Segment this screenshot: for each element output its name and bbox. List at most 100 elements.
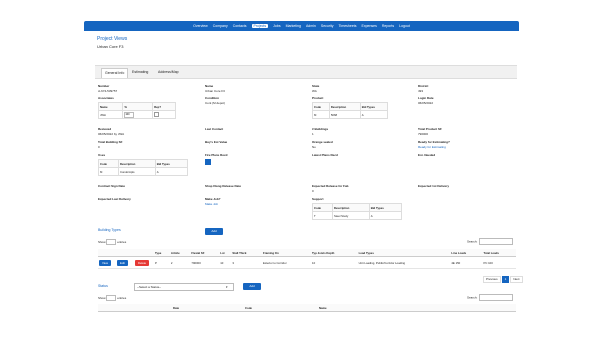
associates-table: Name % Rep? JWin xyxy=(97,102,176,119)
entries-select[interactable] xyxy=(106,239,117,245)
status-col-blank xyxy=(98,304,172,312)
ready-for-estimating-link[interactable]: Ready for Estimating xyxy=(418,145,446,149)
building-types-col-11: Line Loads xyxy=(450,249,483,257)
support-description: Steel Study xyxy=(331,211,370,220)
show-label: Show xyxy=(98,239,106,244)
product-code: M xyxy=(312,110,330,119)
product-header-description: Description xyxy=(328,102,361,111)
associates-label: Associates xyxy=(98,96,114,100)
nav-item-overview[interactable]: Overview xyxy=(193,24,208,28)
make-job-link[interactable]: Make Job xyxy=(205,202,218,206)
support-table: Code Description Bid Types T Steel Study… xyxy=(312,203,403,220)
stall-cell: 3 xyxy=(231,256,262,269)
support-row: T Steel Study A xyxy=(312,211,403,220)
pager-previous[interactable]: Previous xyxy=(483,276,501,283)
delete-button[interactable]: Delete xyxy=(135,259,150,266)
fire-plans-recd-label: Fire Plans Recd xyxy=(205,153,228,157)
building-types-title[interactable]: Building Types xyxy=(98,228,121,232)
status-entries-select[interactable] xyxy=(106,295,117,301)
nav-item-admin[interactable]: Admin xyxy=(306,24,316,28)
associates-row: JWin xyxy=(97,110,176,119)
support-header-code: Code xyxy=(312,203,333,212)
building-types-col-9: Typ Joists Depth xyxy=(311,249,358,257)
received-label: Recieved xyxy=(98,127,112,131)
login-date-value: 06/05/2022 xyxy=(418,101,434,105)
building-types-col-5: Flexial SF xyxy=(190,249,220,257)
load-types-cell: Unit Loading, Public/Corridor Loading xyxy=(357,256,451,269)
support-header-description: Description xyxy=(331,203,370,212)
top-navigation-bar: Overview Company Contacts Projects Jobs Marke… xyxy=(84,21,519,31)
status-title[interactable]: Status xyxy=(98,284,108,288)
condition-value: Cont (M depot) xyxy=(205,101,226,105)
nav-item-company[interactable]: Company xyxy=(213,24,228,28)
building-types-col-12: Total Loads xyxy=(482,249,516,257)
uses-bid-type: A xyxy=(154,167,189,176)
nav-item-projects[interactable]: Projects xyxy=(251,24,269,28)
status-col-name: Name xyxy=(318,304,516,312)
associates-header-name: Name xyxy=(97,102,124,111)
building-types-search-input[interactable] xyxy=(479,238,514,245)
condition-label: Condition xyxy=(205,96,219,100)
building-types-col-1 xyxy=(116,249,134,257)
uses-header-description: Description xyxy=(117,159,156,168)
view-button[interactable]: View xyxy=(99,259,112,266)
building-types-col-8: Framing On xyxy=(262,249,312,257)
associate-rep-checkbox[interactable] xyxy=(154,111,160,117)
product-label: Product xyxy=(312,96,324,100)
state-value: WA xyxy=(312,89,317,93)
total-building-value: 0 xyxy=(98,145,100,149)
nav-item-security[interactable]: Security xyxy=(321,24,334,28)
status-search: Search: xyxy=(467,294,514,301)
total-building-label: Total Building SF xyxy=(98,140,123,144)
building-types-col-3: Type xyxy=(154,249,170,257)
latest-plans-recd-label: Latest Plans Recd xyxy=(312,153,338,157)
uses-label: Uses xyxy=(98,153,106,157)
uses-description: Condo/Apts xyxy=(117,167,156,176)
expected-1st-delivery-label: Expected 1st Delivery xyxy=(418,184,450,188)
add-status-button[interactable]: Add xyxy=(243,283,261,290)
uses-row: M Condo/Apts A xyxy=(98,167,189,176)
uses-code: M xyxy=(98,167,119,176)
depth-cell: 10 xyxy=(311,256,358,269)
orange-sealed-value: No xyxy=(312,145,316,149)
product-description: 5068 xyxy=(328,110,361,119)
building-types-table: Type Article Flexial SF Lot Stall Thick Frami… xyxy=(98,249,516,269)
pager-page-1[interactable]: 1 xyxy=(501,276,510,283)
nav-item-marketing[interactable]: Marketing xyxy=(286,24,301,28)
nav-item-reports[interactable]: Reports xyxy=(382,24,394,28)
district-label: District xyxy=(418,84,429,88)
building-types-length: Show entries xyxy=(98,239,126,245)
nav-item-timesheets[interactable]: Timesheets xyxy=(339,24,357,28)
total-product-label: Total Product SF xyxy=(418,127,442,131)
num-buildings-value: 1 xyxy=(312,132,314,136)
name-label: Name xyxy=(205,84,214,88)
building-types-col-6: Lot xyxy=(219,249,232,257)
pager-next[interactable]: Next xyxy=(510,276,523,283)
nav-item-contacts[interactable]: Contacts xyxy=(233,24,247,28)
uses-header-code: Code xyxy=(98,159,119,168)
edit-button[interactable]: Edit xyxy=(117,259,128,266)
product-header-code: Code xyxy=(312,102,330,111)
status-select[interactable]: --Select a Status-- xyxy=(134,283,234,291)
delete-cell: Delete xyxy=(134,256,154,269)
nav-item-expenses[interactable]: Expenses xyxy=(362,24,377,28)
nav-item-logout[interactable]: Logout xyxy=(399,24,410,28)
status-length: Show entries xyxy=(98,295,126,301)
building-types-col-2 xyxy=(134,249,154,257)
nav-item-jobs[interactable]: Jobs xyxy=(273,24,280,28)
fire-plans-recd-checkbox[interactable] xyxy=(205,159,211,165)
associate-name: JWin xyxy=(97,110,124,119)
support-code: T xyxy=(312,211,333,220)
tab-general-info[interactable]: General Info xyxy=(101,68,129,78)
associate-pct-input[interactable] xyxy=(124,111,135,118)
add-building-type-button[interactable]: Add xyxy=(205,228,223,235)
tab-address-map[interactable]: Address/Map xyxy=(155,68,182,77)
type-cell: P xyxy=(154,256,170,269)
total-product-value: 790000 xyxy=(418,132,429,136)
status-search-input[interactable] xyxy=(479,294,514,301)
associate-rep-cell xyxy=(152,110,176,119)
ready-for-estimating-label: Ready for Estimating? xyxy=(418,140,450,144)
tab-estimating[interactable]: Estimating xyxy=(129,68,151,77)
status-col-date: Date xyxy=(172,304,244,312)
table-row: View Edit Delete P 2 790000 10 3 Exterio… xyxy=(98,256,516,269)
